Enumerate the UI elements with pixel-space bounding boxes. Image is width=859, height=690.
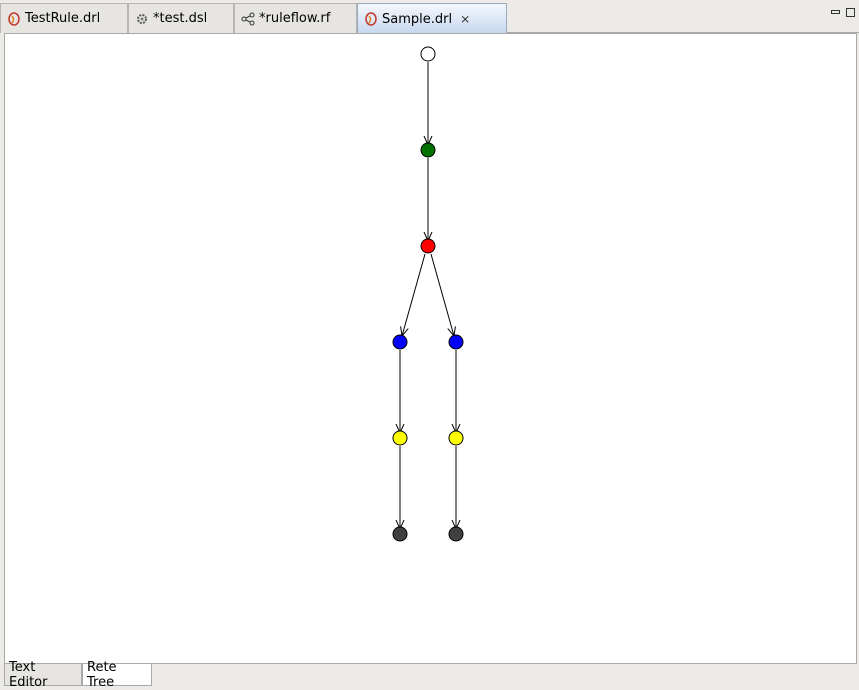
drools-file-icon — [8, 11, 20, 26]
edge — [402, 253, 426, 336]
close-tab-icon[interactable]: ⨯ — [460, 12, 470, 26]
rete-graph — [392, 46, 464, 542]
tab-sample-drl[interactable]: Sample.drl ⨯ — [357, 3, 507, 34]
tab-label: *test.dsl — [153, 11, 208, 26]
maximize-icon[interactable] — [846, 8, 855, 17]
editor-page-tabs: Text Editor Rete Tree — [0, 660, 859, 690]
tab-ruleflow-rf[interactable]: *ruleflow.rf — [234, 3, 357, 33]
tab-label: *ruleflow.rf — [259, 11, 331, 26]
join-node[interactable] — [448, 430, 464, 446]
terminal-node[interactable] — [392, 526, 408, 542]
object-type-node[interactable] — [420, 142, 436, 158]
tab-rete-tree[interactable]: Rete Tree — [82, 660, 152, 690]
ruleflow-icon — [241, 12, 255, 25]
join-node[interactable] — [392, 430, 408, 446]
tab-label: TestRule.drl — [25, 11, 101, 26]
alpha-node[interactable] — [420, 238, 436, 254]
left-input-adapter-node[interactable] — [392, 334, 408, 350]
tab-label: Sample.drl — [382, 11, 453, 27]
minimize-icon[interactable] — [831, 10, 840, 14]
terminal-node[interactable] — [448, 526, 464, 542]
editor-tab-bar: TestRule.drl *test.dsl *ruleflow.rf Samp… — [0, 0, 859, 34]
drools-file-icon — [365, 12, 377, 26]
left-input-adapter-node[interactable] — [448, 334, 464, 350]
view-controls — [831, 8, 855, 17]
tab-testrule-drl[interactable]: TestRule.drl — [0, 3, 128, 33]
graph-edges — [400, 62, 456, 529]
edge — [430, 253, 454, 336]
tab-test-dsl[interactable]: *test.dsl — [128, 3, 234, 33]
rete-tree-canvas[interactable] — [4, 33, 857, 664]
rete-root-node[interactable] — [420, 46, 436, 62]
gear-icon — [137, 13, 147, 24]
tab-text-editor[interactable]: Text Editor — [4, 660, 82, 690]
